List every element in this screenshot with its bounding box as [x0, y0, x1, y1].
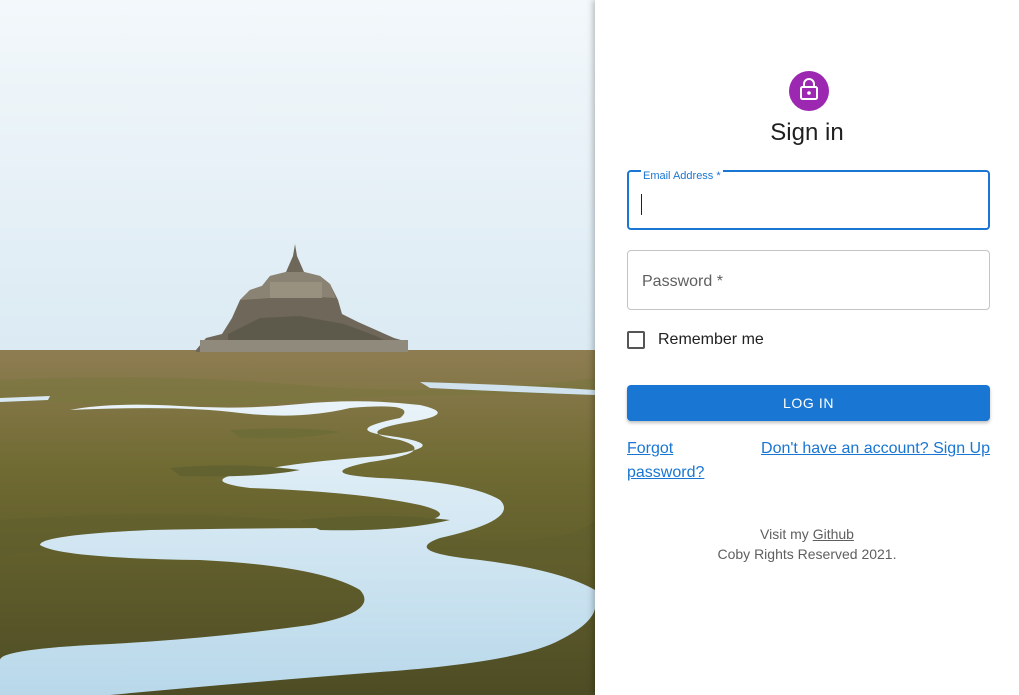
background-image	[0, 0, 595, 695]
signin-panel: Sign in Email Address * Password * Remem…	[595, 0, 1019, 695]
forgot-password-link[interactable]: Forgot password?	[627, 437, 737, 485]
password-field[interactable]: Password *	[627, 250, 990, 310]
avatar	[789, 71, 829, 111]
lock-icon	[799, 77, 819, 105]
footer-visit: Visit my Github	[595, 524, 1019, 544]
login-button[interactable]: LOG IN	[627, 385, 990, 421]
email-field[interactable]: Email Address *	[627, 169, 990, 230]
remember-me[interactable]: Remember me	[627, 331, 764, 349]
email-input[interactable]	[629, 172, 988, 228]
github-link[interactable]: Github	[813, 526, 854, 542]
password-input[interactable]	[628, 251, 989, 309]
remember-label: Remember me	[658, 331, 764, 348]
footer-copyright: Coby Rights Reserved 2021.	[717, 546, 897, 562]
footer-visit-text: Visit my	[760, 526, 813, 542]
page-title: Sign in	[770, 119, 844, 146]
remember-checkbox[interactable]	[627, 331, 645, 349]
sign-up-link[interactable]: Don't have an account? Sign Up	[761, 437, 990, 461]
